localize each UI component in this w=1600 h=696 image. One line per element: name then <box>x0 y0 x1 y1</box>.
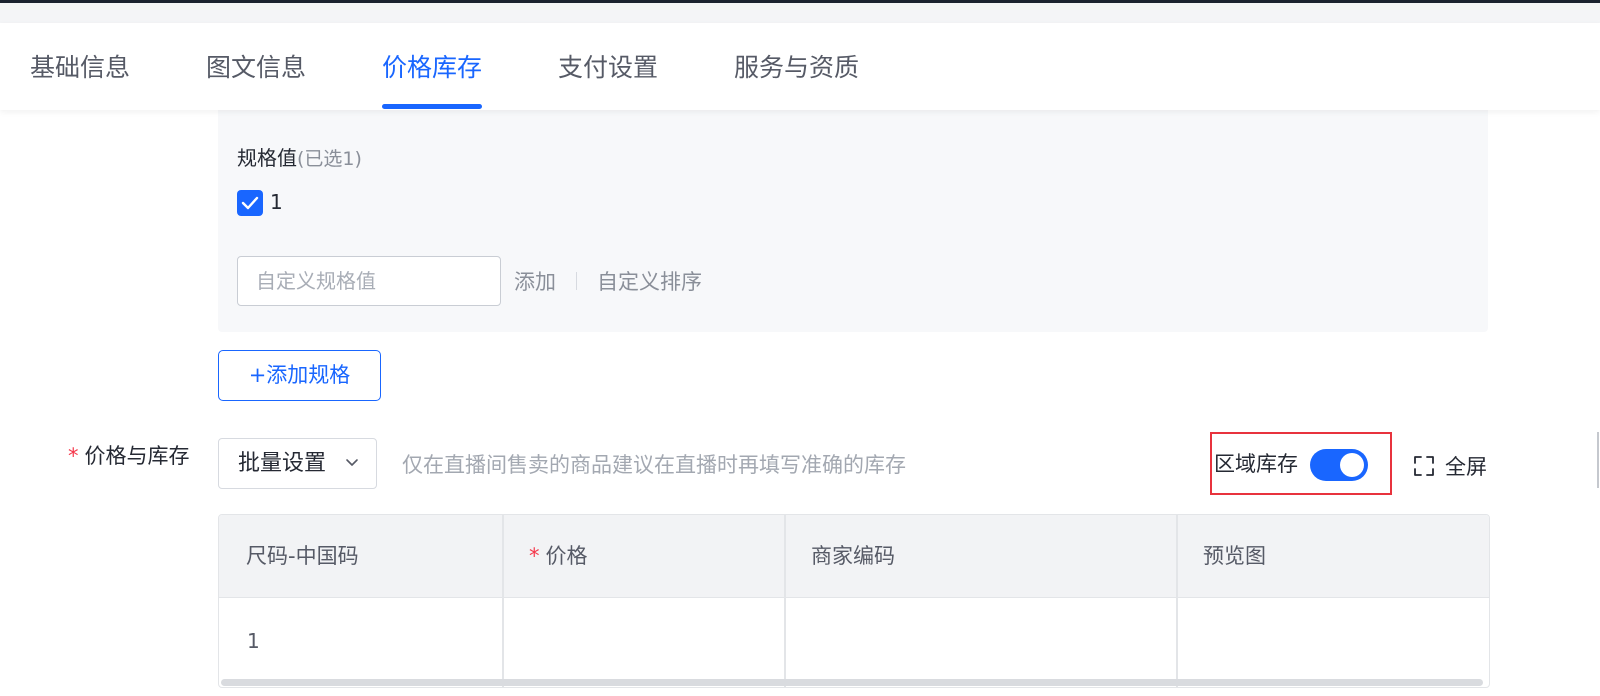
tab-service-qualification[interactable]: 服务与资质 <box>734 51 859 85</box>
custom-sort-button[interactable]: 自定义排序 <box>597 268 702 296</box>
spec-values-title-text: 规格值 <box>237 146 297 170</box>
table-horizontal-scrollbar[interactable] <box>221 679 1483 686</box>
tab-bar: 基础信息 图文信息 价格库存 支付设置 服务与资质 <box>0 23 1600 110</box>
tab-basic-info[interactable]: 基础信息 <box>30 51 130 85</box>
table-cell-price[interactable] <box>503 599 784 683</box>
spec-values-title: 规格值(已选1) <box>237 144 362 173</box>
region-stock-label: 区域库存 <box>1214 452 1298 476</box>
tab-graphic-info[interactable]: 图文信息 <box>206 51 306 85</box>
table-header-size: 尺码-中国码 <box>246 544 359 568</box>
price-stock-label: * 价格与库存 <box>68 441 190 471</box>
add-spec-button[interactable]: +添加规格 <box>218 350 381 401</box>
fullscreen-label: 全屏 <box>1445 455 1487 479</box>
page-edge-divider <box>1597 432 1599 488</box>
table-cell-size: 1 <box>247 629 260 653</box>
table-cell-preview[interactable] <box>1177 599 1487 683</box>
divider <box>576 272 577 290</box>
tab-price-stock[interactable]: 价格库存 <box>382 51 482 85</box>
active-tab-indicator <box>382 104 482 109</box>
stock-hint-text: 仅在直播间售卖的商品建议在直播时再填写准确的库存 <box>402 453 906 477</box>
tab-payment-settings[interactable]: 支付设置 <box>558 51 658 85</box>
toggle-knob <box>1340 453 1364 477</box>
table-header-price: * 价格 <box>529 541 588 571</box>
check-icon <box>241 196 259 210</box>
fullscreen-icon <box>1414 456 1434 476</box>
price-stock-label-text: 价格与库存 <box>84 444 190 468</box>
table-header-row: 尺码-中国码 * 价格 商家编码 预览图 <box>219 515 1489 598</box>
region-stock-toggle[interactable] <box>1310 449 1368 481</box>
custom-spec-value-input[interactable] <box>237 256 501 306</box>
spec-value-checkbox[interactable] <box>237 190 263 216</box>
table-header-merchant-code: 商家编码 <box>811 544 895 568</box>
sku-table: 尺码-中国码 * 价格 商家编码 预览图 1 <box>218 514 1490 688</box>
required-mark: * <box>68 444 79 468</box>
table-header-preview: 预览图 <box>1203 544 1266 568</box>
spec-value-checkbox-label: 1 <box>270 190 283 214</box>
table-cell-merchant-code[interactable] <box>785 599 1176 683</box>
spec-selected-count: (已选1) <box>297 148 362 170</box>
batch-settings-select[interactable]: 批量设置 <box>218 438 377 489</box>
fullscreen-button[interactable]: 全屏 <box>1413 451 1487 481</box>
required-mark: * <box>529 544 540 568</box>
batch-settings-value: 批量设置 <box>238 451 327 476</box>
page-background <box>0 3 1600 23</box>
add-spec-value-button[interactable]: 添加 <box>514 268 556 296</box>
table-header-price-text: 价格 <box>545 544 588 568</box>
chevron-down-icon <box>346 459 358 466</box>
